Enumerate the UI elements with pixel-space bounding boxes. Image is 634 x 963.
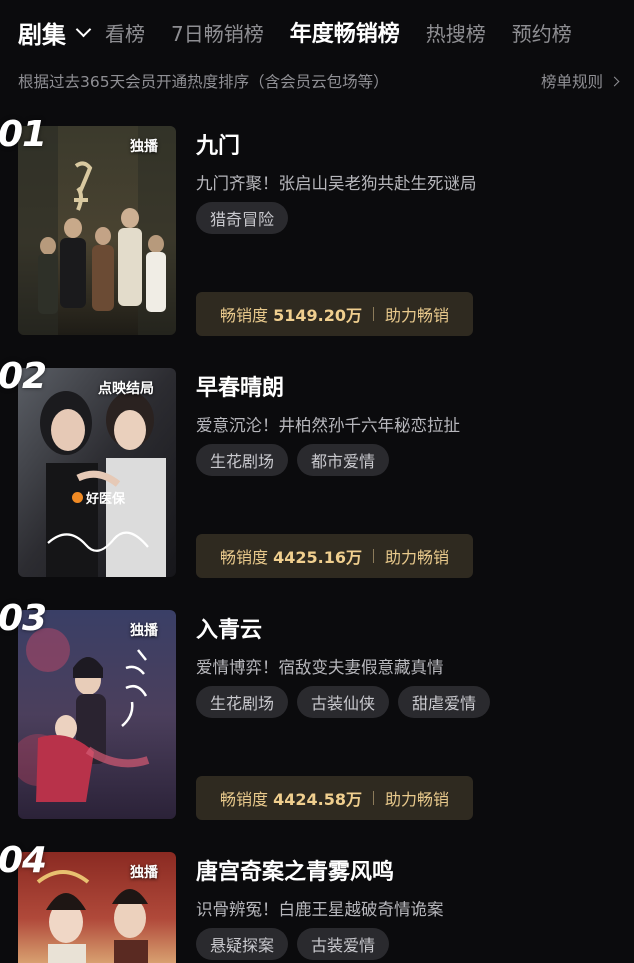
- sales-box[interactable]: 畅销度 4425.16万 助力畅销: [196, 534, 474, 578]
- ranking-rules-link[interactable]: 榜单规则: [540, 70, 620, 92]
- sales-label: 畅销度: [220, 548, 269, 567]
- genre-tag[interactable]: 生花剧场: [196, 686, 289, 718]
- genre-tag[interactable]: 古装仙侠: [297, 686, 390, 718]
- tag-list: 猎奇冒险: [196, 202, 289, 234]
- category-dropdown[interactable]: 剧集: [18, 15, 105, 50]
- boost-sales-button[interactable]: 助力畅销: [385, 786, 449, 810]
- show-description: 识骨辨冤！白鹿王星越破奇情诡案: [196, 900, 444, 919]
- genre-tag[interactable]: 古装爱情: [297, 928, 390, 960]
- show-title[interactable]: 早春晴朗: [196, 370, 284, 402]
- exclusive-badge: 独播: [130, 865, 158, 881]
- show-description: 爱情博弈！宿敌变夫妻假意藏真情: [196, 658, 444, 677]
- list-item[interactable]: 好医保 02 点映结局 早春晴朗 爱意沉沦！井柏然孙千六年秘恋拉扯 生花剧场 都…: [0, 356, 634, 600]
- sales-label: 畅销度: [220, 790, 269, 809]
- divider: [373, 549, 374, 563]
- tag-list: 生花剧场 都市爱情: [196, 444, 390, 476]
- top-nav: 剧集 看榜 7日畅销榜 年度畅销榜 热搜榜 预约榜: [0, 0, 634, 64]
- genre-tag[interactable]: 甜虐爱情: [398, 686, 491, 718]
- sponsor-logo: 好医保: [72, 488, 125, 507]
- show-title[interactable]: 入青云: [196, 612, 262, 644]
- rank-number: 03: [0, 598, 47, 639]
- sales-value: 4425.16万: [273, 548, 362, 567]
- poster-art: [18, 368, 176, 577]
- rules-label: 榜单规则: [540, 73, 603, 91]
- genre-tag[interactable]: 悬疑探案: [196, 928, 289, 960]
- category-label: 剧集: [18, 20, 66, 49]
- chevron-down-icon: [75, 21, 92, 37]
- chevron-right-icon: [609, 76, 620, 86]
- show-title[interactable]: 九门: [196, 128, 240, 160]
- sales-value: 4424.58万: [273, 790, 362, 809]
- rank-number: 01: [0, 114, 47, 155]
- rank-number: 04: [0, 840, 47, 881]
- divider: [373, 791, 374, 805]
- genre-tag[interactable]: 猎奇冒险: [196, 202, 289, 234]
- list-item[interactable]: 03 独播 入青云 爱情博弈！宿敌变夫妻假意藏真情 生花剧场 古装仙侠 甜虐爱情…: [0, 598, 634, 842]
- genre-tag[interactable]: 都市爱情: [297, 444, 390, 476]
- sales-box[interactable]: 畅销度 5149.20万 助力畅销: [196, 292, 474, 336]
- poster-image[interactable]: [18, 610, 176, 819]
- tab-7day-bestseller[interactable]: 7日畅销榜: [171, 18, 264, 47]
- ranking-description-bar: 根据过去365天会员开通热度排序（含会员云包场等） 榜单规则: [18, 68, 620, 94]
- show-description: 九门齐聚！张启山吴老狗共赴生死谜局: [196, 174, 477, 193]
- exclusive-badge: 独播: [130, 139, 158, 155]
- ranking-description: 根据过去365天会员开通热度排序（含会员云包场等）: [18, 73, 389, 91]
- sponsor-icon: [72, 492, 83, 503]
- sales-label: 畅销度: [220, 306, 269, 325]
- poster-art: [18, 610, 176, 819]
- sales-box[interactable]: 畅销度 4424.58万 助力畅销: [196, 776, 474, 820]
- tab-reservation[interactable]: 预约榜: [512, 18, 572, 47]
- tab-kanbang[interactable]: 看榜: [105, 18, 145, 47]
- tab-hot-search[interactable]: 热搜榜: [426, 18, 486, 47]
- boost-sales-button[interactable]: 助力畅销: [385, 302, 449, 326]
- show-title[interactable]: 唐宫奇案之青雾风鸣: [196, 854, 394, 886]
- genre-tag[interactable]: 生花剧场: [196, 444, 289, 476]
- premiere-badge: 点映结局: [98, 381, 154, 397]
- sales-value: 5149.20万: [273, 306, 362, 325]
- sponsor-label: 好医保: [86, 492, 126, 507]
- poster-art: [18, 126, 176, 335]
- show-description: 爱意沉沦！井柏然孙千六年秘恋拉扯: [196, 416, 460, 435]
- rank-number: 02: [0, 356, 47, 397]
- poster-image[interactable]: [18, 126, 176, 335]
- tab-annual-bestseller[interactable]: 年度畅销榜: [290, 16, 400, 48]
- tag-list: 生花剧场 古装仙侠 甜虐爱情: [196, 686, 491, 718]
- list-item[interactable]: 04 独播 唐宫奇案之青雾风鸣 识骨辨冤！白鹿王星越破奇情诡案 悬疑探案 古装爱…: [0, 840, 634, 963]
- list-item[interactable]: 01 独播 九门 九门齐聚！张启山吴老狗共赴生死谜局 猎奇冒险 畅销度 5149…: [0, 114, 634, 358]
- tag-list: 悬疑探案 古装爱情: [196, 928, 390, 960]
- exclusive-badge: 独播: [130, 623, 158, 639]
- divider: [373, 307, 374, 321]
- poster-image[interactable]: 好医保: [18, 368, 176, 577]
- boost-sales-button[interactable]: 助力畅销: [385, 544, 449, 568]
